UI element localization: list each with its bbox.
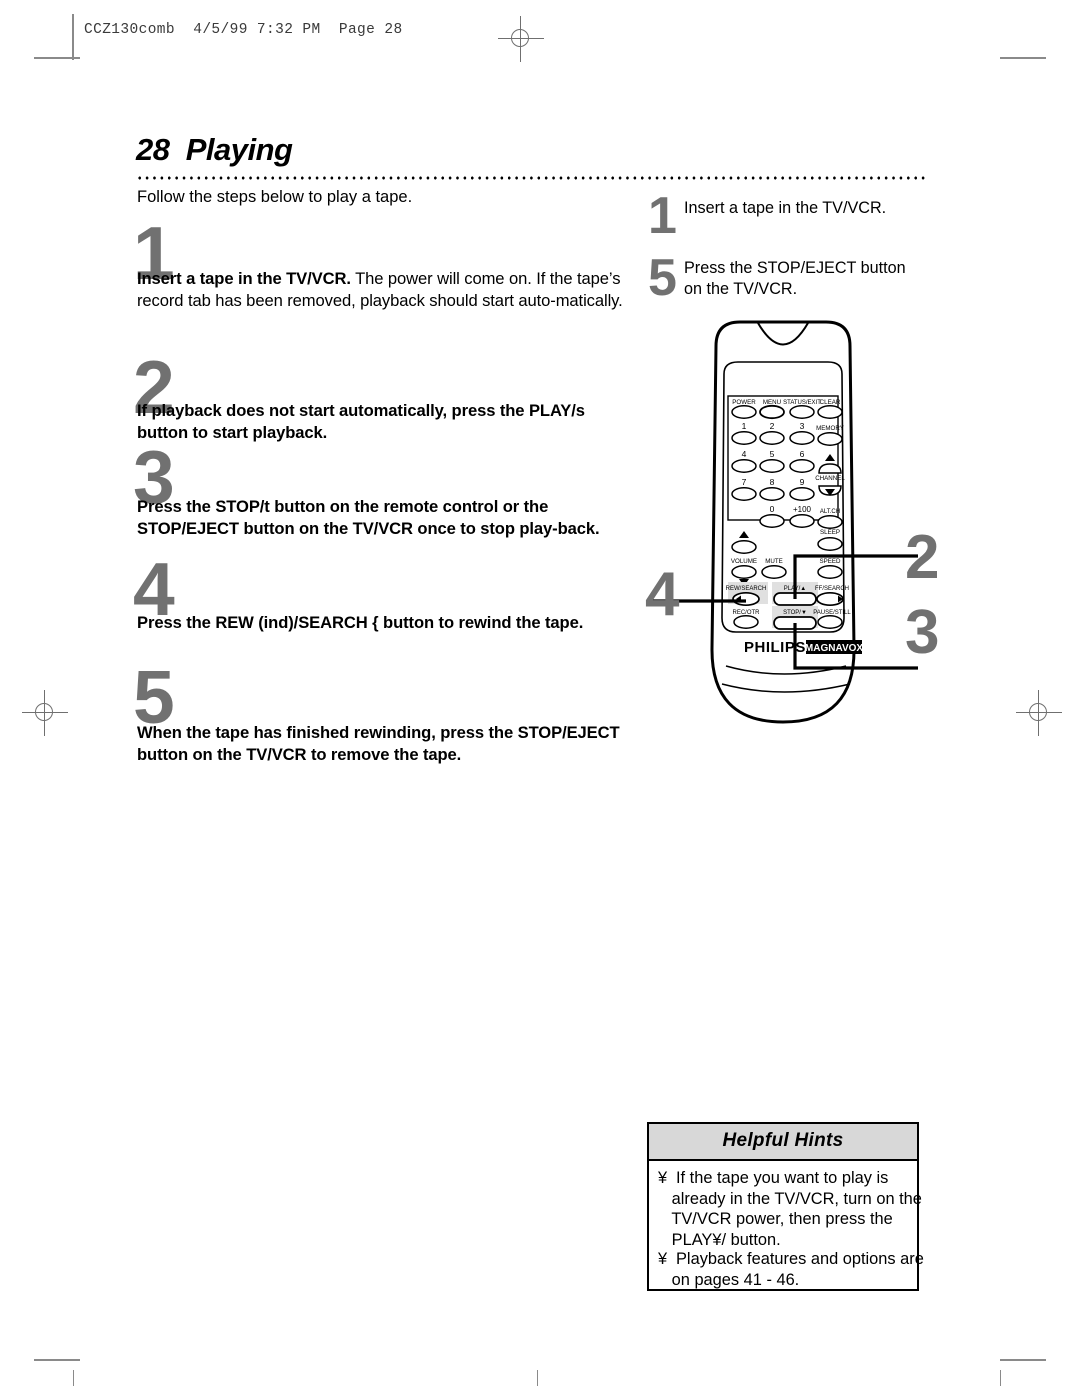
menu-button[interactable]	[759, 404, 785, 420]
status-exit-button[interactable]	[789, 405, 815, 419]
power-button[interactable]	[731, 405, 757, 419]
sleep-label: SLEEP	[820, 529, 840, 536]
ff-search-label: FF/SEARCH	[815, 586, 849, 592]
hint-text-2: Playback features and options are on pag…	[671, 1250, 924, 1289]
right-callout-number-5: 5	[648, 249, 677, 307]
memory-label: MEMORY	[816, 425, 844, 432]
clear-button[interactable]	[817, 405, 843, 419]
channel-up-button[interactable]	[818, 463, 842, 474]
step-number-4: 4	[133, 547, 175, 631]
digit-7-label: 7	[742, 477, 747, 487]
digit-3-label: 3	[800, 421, 805, 431]
page-slug: CCZ130comb 4/5/99 7:32 PM Page 28	[84, 22, 403, 38]
digit-5-button[interactable]	[759, 459, 785, 473]
title-dotted-rule	[136, 176, 928, 180]
power-label: POWER	[732, 399, 756, 406]
crop-tick-bottom-v-right	[1000, 1370, 1001, 1386]
alt-ch-label: ALT.CH	[820, 509, 840, 515]
hint-text-1: If the tape you want to play is already …	[671, 1169, 922, 1249]
volume-down-button[interactable]	[731, 565, 757, 579]
step-number-5: 5	[133, 655, 175, 739]
volume-label: VOLUME	[731, 558, 757, 565]
step-3-bold: Press the STOP/t button on the remote co…	[137, 497, 600, 539]
helpful-hints-body: ¥ If the tape you want to play is already…	[649, 1161, 924, 1289]
digit-9-button[interactable]	[789, 487, 815, 501]
digit-4-label: 4	[742, 449, 747, 459]
hint-item-2: ¥ Playback features and options are on pa…	[658, 1249, 924, 1290]
digit-2-label: 2	[770, 421, 775, 431]
mute-label: MUTE	[765, 558, 783, 565]
right-callout-number-1: 1	[648, 187, 677, 245]
step-2-bold: If playback does not start automatically…	[137, 401, 585, 443]
digit-7-button[interactable]	[731, 487, 757, 501]
pause-still-label: PAUSE/STILL	[813, 610, 851, 616]
hint-bullet-icon: ¥	[658, 1250, 668, 1268]
digit-4-button[interactable]	[731, 459, 757, 473]
rew-search-label: REW/SEARCH	[726, 586, 767, 592]
slug-divider	[72, 14, 74, 60]
stop-label: STOP/▼	[783, 610, 807, 616]
digit-3-button[interactable]	[789, 431, 815, 445]
digit-8-label: 8	[770, 477, 775, 487]
reg-ring	[1029, 703, 1047, 721]
digit-8-button[interactable]	[759, 487, 785, 501]
crop-tick-bottom-v-center	[537, 1370, 538, 1386]
page-title: 28 Playing	[136, 132, 293, 167]
diagram-callout-number-3: 3	[905, 598, 940, 667]
hint-item-1: ¥ If the tape you want to play is already…	[658, 1168, 922, 1250]
speed-label: SPEED	[820, 558, 842, 565]
plus100-button[interactable]	[789, 514, 815, 528]
hint-bullet-icon: ¥	[658, 1169, 668, 1187]
helpful-hints-box: Helpful Hints ¥ If the tape you want to p…	[647, 1122, 924, 1291]
plus100-label: +100	[793, 505, 812, 514]
digit-1-label: 1	[742, 421, 747, 431]
diagram-callout-number-2: 2	[905, 523, 940, 592]
speed-button[interactable]	[817, 565, 843, 579]
right-callout-text-5: Press the STOP/EJECT button on the TV/VC…	[684, 259, 906, 299]
crop-tick-bottom-left	[34, 1359, 80, 1361]
digit-0-label: 0	[770, 504, 775, 514]
pause-still-button[interactable]	[817, 615, 843, 629]
rec-otr-button[interactable]	[733, 615, 759, 629]
digit-0-button[interactable]	[759, 514, 785, 528]
memory-button[interactable]	[817, 432, 843, 446]
digit-1-button[interactable]	[731, 431, 757, 445]
step-4-bold: Press the REW (ind)/SEARCH { button to r…	[137, 613, 584, 632]
digit-6-label: 6	[800, 449, 805, 459]
digit-5-label: 5	[770, 449, 775, 459]
volume-up-button[interactable]	[731, 540, 757, 554]
registration-mark-right	[1016, 690, 1062, 736]
reg-ring	[511, 29, 529, 47]
step-body-3: Press the STOP/t button on the remote co…	[137, 496, 637, 540]
step-body-5: When the tape has finished rewinding, pr…	[137, 722, 637, 766]
crop-tick-bottom-v-left	[73, 1370, 74, 1386]
alt-ch-button[interactable]	[817, 515, 843, 529]
reg-ring	[35, 703, 53, 721]
right-callout-text-1: Insert a tape in the TV/VCR.	[684, 199, 887, 217]
step-5-bold: When the tape has finished rewinding, pr…	[137, 723, 620, 765]
step-body-4: Press the REW (ind)/SEARCH { button to r…	[137, 612, 637, 634]
mute-button[interactable]	[761, 565, 787, 579]
helpful-hints-header: Helpful Hints	[649, 1124, 917, 1161]
registration-mark-top	[498, 16, 544, 62]
digit-6-button[interactable]	[789, 459, 815, 473]
clear-label: CLEAR	[820, 399, 841, 406]
step-body-2: If playback does not start automatically…	[137, 400, 637, 444]
digit-2-button[interactable]	[759, 431, 785, 445]
crop-tick-top-right	[1000, 57, 1046, 59]
sleep-button[interactable]	[817, 537, 843, 551]
crop-tick-bottom-right	[1000, 1359, 1046, 1361]
digit-9-label: 9	[800, 477, 805, 487]
channel-label: CHANNEL	[815, 475, 845, 482]
step-1-bold: Insert a tape in the TV/VCR.	[137, 269, 351, 288]
magnavox-wordmark: MAGNAVOX	[805, 643, 863, 654]
registration-mark-left	[22, 690, 68, 736]
diagram-callout-number-4: 4	[645, 560, 680, 629]
step-body-1: Insert a tape in the TV/VCR. The power w…	[137, 268, 637, 312]
intro-text: Follow the steps below to play a tape.	[137, 188, 413, 206]
